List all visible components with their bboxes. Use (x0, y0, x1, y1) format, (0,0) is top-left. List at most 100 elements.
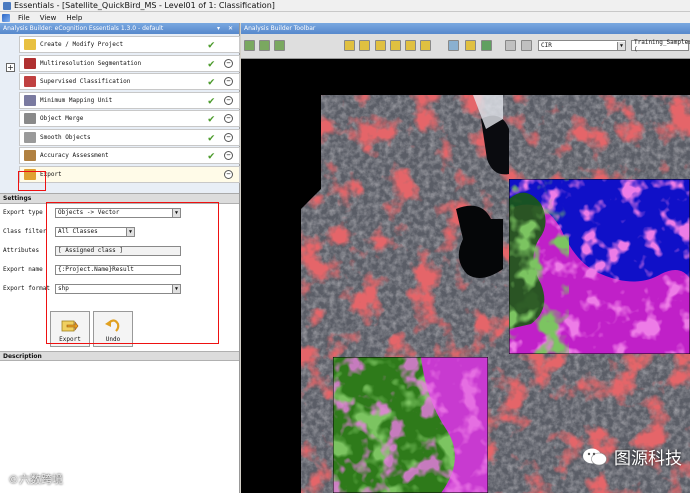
remove-step-icon[interactable]: − (224, 114, 233, 123)
zoom-area-icon[interactable] (420, 40, 431, 51)
attributes-field[interactable]: [ Assigned class ] (55, 245, 181, 256)
remove-step-icon[interactable]: − (224, 58, 233, 68)
remove-step-icon[interactable]: − (224, 95, 233, 105)
checkmark-icon: ✔ (208, 112, 215, 125)
action-step-label: Export (40, 170, 62, 178)
export-format-label: Export format (3, 285, 50, 292)
ecognition-logo-icon (2, 13, 10, 22)
export-format-row: Export format shp ▼ (3, 283, 181, 294)
description-header: Description (0, 351, 239, 361)
export-name-value: {:Project.Name}Result (58, 266, 134, 273)
folder-icon (24, 39, 36, 50)
action-step-accuracy-assessment[interactable]: Accuracy Assessment ✔ − (19, 147, 240, 164)
training-samples-value: Training_Samples ( (634, 38, 690, 53)
save-project-icon[interactable] (259, 40, 270, 51)
window-title: Essentials - [Satellite_QuickBird_MS - L… (14, 1, 275, 10)
close-project-icon[interactable] (274, 40, 285, 51)
export-icon (24, 168, 36, 180)
action-step-minimum-mapping-unit[interactable]: Minimum Mapping Unit ✔ − (19, 91, 240, 109)
menu-help[interactable]: Help (66, 14, 82, 22)
class-filter-label: Class filter (3, 228, 47, 235)
action-step-label: Minimum Mapping Unit (40, 96, 113, 104)
settings-panel: Export type Objects -> Vector ▼ Class fi… (0, 202, 239, 351)
action-step-smooth-objects[interactable]: Smooth Objects ✔ − (19, 128, 240, 146)
satellite-map-view[interactable] (241, 59, 690, 493)
classification-icon (24, 76, 36, 87)
action-step-label: Accuracy Assessment (40, 152, 109, 159)
select-icon[interactable] (344, 40, 355, 51)
image-viewer[interactable]: 图源科技 (241, 59, 690, 493)
action-step-supervised-classification[interactable]: Supervised Classification ✔ − (19, 73, 240, 90)
image-layers-icon[interactable] (521, 40, 532, 51)
class-filter-value: All Classes (58, 228, 98, 235)
chevron-down-icon[interactable]: ▼ (126, 227, 134, 236)
action-step-label: Object Merge (40, 115, 84, 122)
export-type-row: Export type Objects -> Vector ▼ (3, 207, 181, 218)
menu-view[interactable]: View (40, 14, 57, 22)
brand-watermark: 图源科技 (582, 444, 682, 469)
zoom-out-icon[interactable] (390, 40, 401, 51)
export-arrow-icon (61, 320, 79, 332)
chevron-down-icon[interactable]: ▼ (172, 208, 180, 217)
panel-controls[interactable]: ▾ ✕ (217, 25, 236, 32)
export-name-label: Export name (3, 266, 43, 273)
settings-header: Settings (0, 194, 239, 204)
brand-watermark-text: 图源科技 (614, 449, 682, 469)
attributes-row: Attributes [ Assigned class ] (3, 245, 181, 256)
action-step-object-merge[interactable]: Object Merge ✔ − (19, 110, 240, 127)
export-format-select[interactable]: shp ▼ (55, 283, 181, 294)
checkmark-icon: ✔ (208, 130, 215, 144)
band-combination-select[interactable]: CIR ▼ (538, 40, 626, 51)
smooth-icon (24, 131, 36, 143)
merge-icon (24, 113, 36, 124)
viewer-area: Analysis Builder Toolbar CIR ▼ Training_… (241, 23, 690, 493)
classified-vegetation-tile (333, 357, 488, 493)
export-type-label: Export type (3, 209, 43, 216)
undo-button[interactable]: Undo (93, 311, 133, 347)
training-samples-select[interactable]: Training_Samples ( (631, 38, 690, 53)
export-button[interactable]: Export (50, 311, 90, 347)
remove-step-icon[interactable]: − (224, 151, 233, 160)
pan-icon[interactable] (359, 40, 370, 51)
checkmark-icon: ✔ (208, 149, 215, 162)
remove-step-icon[interactable]: − (224, 169, 233, 179)
export-button-label: Export (59, 336, 81, 343)
chevron-down-icon[interactable]: ▼ (172, 284, 180, 293)
classify-icon[interactable] (481, 40, 492, 51)
export-type-select[interactable]: Objects -> Vector ▼ (55, 207, 181, 218)
action-step-label: Multiresolution Segmentation (40, 59, 142, 67)
action-step-label: Smooth Objects (40, 133, 91, 141)
class-filter-select[interactable]: All Classes ▼ (55, 226, 135, 237)
add-action-button[interactable]: + (6, 63, 15, 72)
accuracy-icon (24, 150, 36, 161)
window-titlebar: Essentials - [Satellite_QuickBird_MS - L… (0, 0, 690, 12)
remove-step-icon[interactable]: − (224, 77, 233, 86)
zoom-fit-icon[interactable] (405, 40, 416, 51)
mapping-unit-icon (24, 94, 36, 106)
export-name-input[interactable]: {:Project.Name}Result (55, 264, 181, 275)
zoom-in-icon[interactable] (375, 40, 386, 51)
checkmark-icon: ✔ (208, 93, 215, 107)
export-type-value: Objects -> Vector (58, 209, 120, 216)
attributes-label: Attributes (3, 247, 40, 254)
analysis-builder-header: Analysis Builder: eCognition Essentials … (0, 23, 239, 34)
action-step-create-modify-project[interactable]: Create / Modify Project ✔ (19, 36, 240, 53)
analysis-builder-panel: Analysis Builder: eCognition Essentials … (0, 23, 240, 493)
action-step-export[interactable]: Export − (19, 165, 240, 183)
view-settings-icon[interactable] (505, 40, 516, 51)
remove-step-icon[interactable]: − (224, 132, 233, 142)
export-format-value: shp (58, 285, 69, 292)
classified-water-tile (509, 179, 690, 354)
action-step-label: Supervised Classification (40, 78, 131, 85)
menu-file[interactable]: File (18, 14, 30, 22)
action-step-multiresolution-segmentation[interactable]: Multiresolution Segmentation ✔ − (19, 54, 240, 72)
samples-icon[interactable] (465, 40, 476, 51)
open-project-icon[interactable] (244, 40, 255, 51)
action-list: + Create / Modify Project ✔ Multiresolutio… (0, 34, 240, 194)
segmentation-icon (24, 57, 36, 69)
export-name-row: Export name {:Project.Name}Result (3, 264, 181, 275)
chevron-down-icon[interactable]: ▼ (617, 41, 625, 50)
layer-icon[interactable] (448, 40, 459, 51)
checkmark-icon: ✔ (208, 38, 215, 51)
app-icon (3, 1, 11, 10)
